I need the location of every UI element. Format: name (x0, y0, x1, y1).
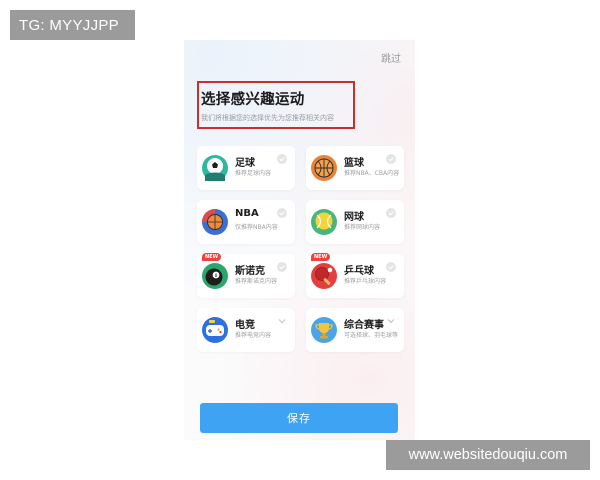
check-circle-icon (386, 154, 396, 164)
skip-link[interactable]: 跳过 (381, 50, 401, 65)
check-circle-icon (386, 208, 396, 218)
sport-name: NBA (235, 208, 259, 219)
sport-desc: 推荐斯诺克内容 (235, 278, 278, 285)
trophy-icon (311, 317, 337, 343)
check-circle-icon (386, 262, 396, 272)
sport-name: 斯诺克 (235, 266, 265, 277)
top-left-watermark: TG: MYYJJPP (10, 10, 135, 40)
sport-name: 乒乓球 (344, 266, 374, 277)
sport-name: 网球 (344, 212, 364, 223)
gamepad-icon (202, 317, 228, 343)
svg-text:8: 8 (215, 273, 218, 279)
sport-card-basketball[interactable]: 篮球 推荐NBA、CBA内容 (306, 146, 404, 190)
sport-name: 综合赛事 (344, 320, 384, 331)
sport-card-pingpong[interactable]: NEW 乒乓球 推荐乒乓球内容 (306, 253, 404, 298)
screenshot-canvas: TG: MYYJJPP 跳过 选择感兴趣运动 我们将根据您的选择优先为您推荐相关… (0, 0, 600, 480)
sport-desc: 推荐网球内容 (344, 224, 381, 231)
save-button[interactable]: 保存 (200, 403, 398, 433)
check-circle-icon (277, 262, 287, 272)
sport-card-soccer[interactable]: 足球 推荐足球内容 (197, 146, 295, 190)
new-badge: NEW (202, 253, 222, 261)
tennis-ball-icon (311, 209, 337, 235)
chevron-down-icon[interactable] (386, 316, 396, 326)
sport-name: 电竞 (235, 320, 255, 331)
sport-desc: 可选择球、羽毛球等 (344, 332, 399, 339)
phone-screen: 跳过 选择感兴趣运动 我们将根据您的选择优先为您推荐相关内容 足球 推荐足球内容 (184, 40, 415, 440)
sport-card-snooker[interactable]: 8 NEW 斯诺克 推荐斯诺克内容 (197, 253, 295, 298)
sport-desc: 推荐乒乓球内容 (344, 278, 387, 285)
sport-card-esports[interactable]: 电竞 推荐电竞内容 (197, 308, 295, 352)
page-title: 选择感兴趣运动 (201, 92, 305, 108)
sport-card-general-events[interactable]: 综合赛事 可选择球、羽毛球等 (306, 308, 404, 352)
snooker-ball-icon: 8 (202, 263, 228, 289)
basketball-icon (311, 155, 337, 181)
nba-basketball-icon (202, 209, 228, 235)
check-circle-icon (277, 208, 287, 218)
check-circle-icon (277, 154, 287, 164)
ping-pong-icon (311, 263, 337, 289)
bottom-right-watermark: www.websitedouqiu.com (386, 440, 590, 470)
sport-desc: 推荐NBA、CBA内容 (344, 170, 400, 177)
page-subtitle: 我们将根据您的选择优先为您推荐相关内容 (201, 114, 334, 122)
sport-card-tennis[interactable]: 网球 推荐网球内容 (306, 200, 404, 244)
new-badge: NEW (311, 253, 331, 261)
sport-card-nba[interactable]: NBA 仅推荐NBA内容 (197, 200, 295, 244)
sport-name: 足球 (235, 158, 255, 169)
sport-desc: 仅推荐NBA内容 (235, 224, 278, 231)
sport-name: 篮球 (344, 158, 364, 169)
sport-desc: 推荐足球内容 (235, 170, 272, 177)
chevron-down-icon[interactable] (277, 316, 287, 326)
sport-desc: 推荐电竞内容 (235, 332, 272, 339)
soccer-ball-icon (202, 155, 228, 181)
